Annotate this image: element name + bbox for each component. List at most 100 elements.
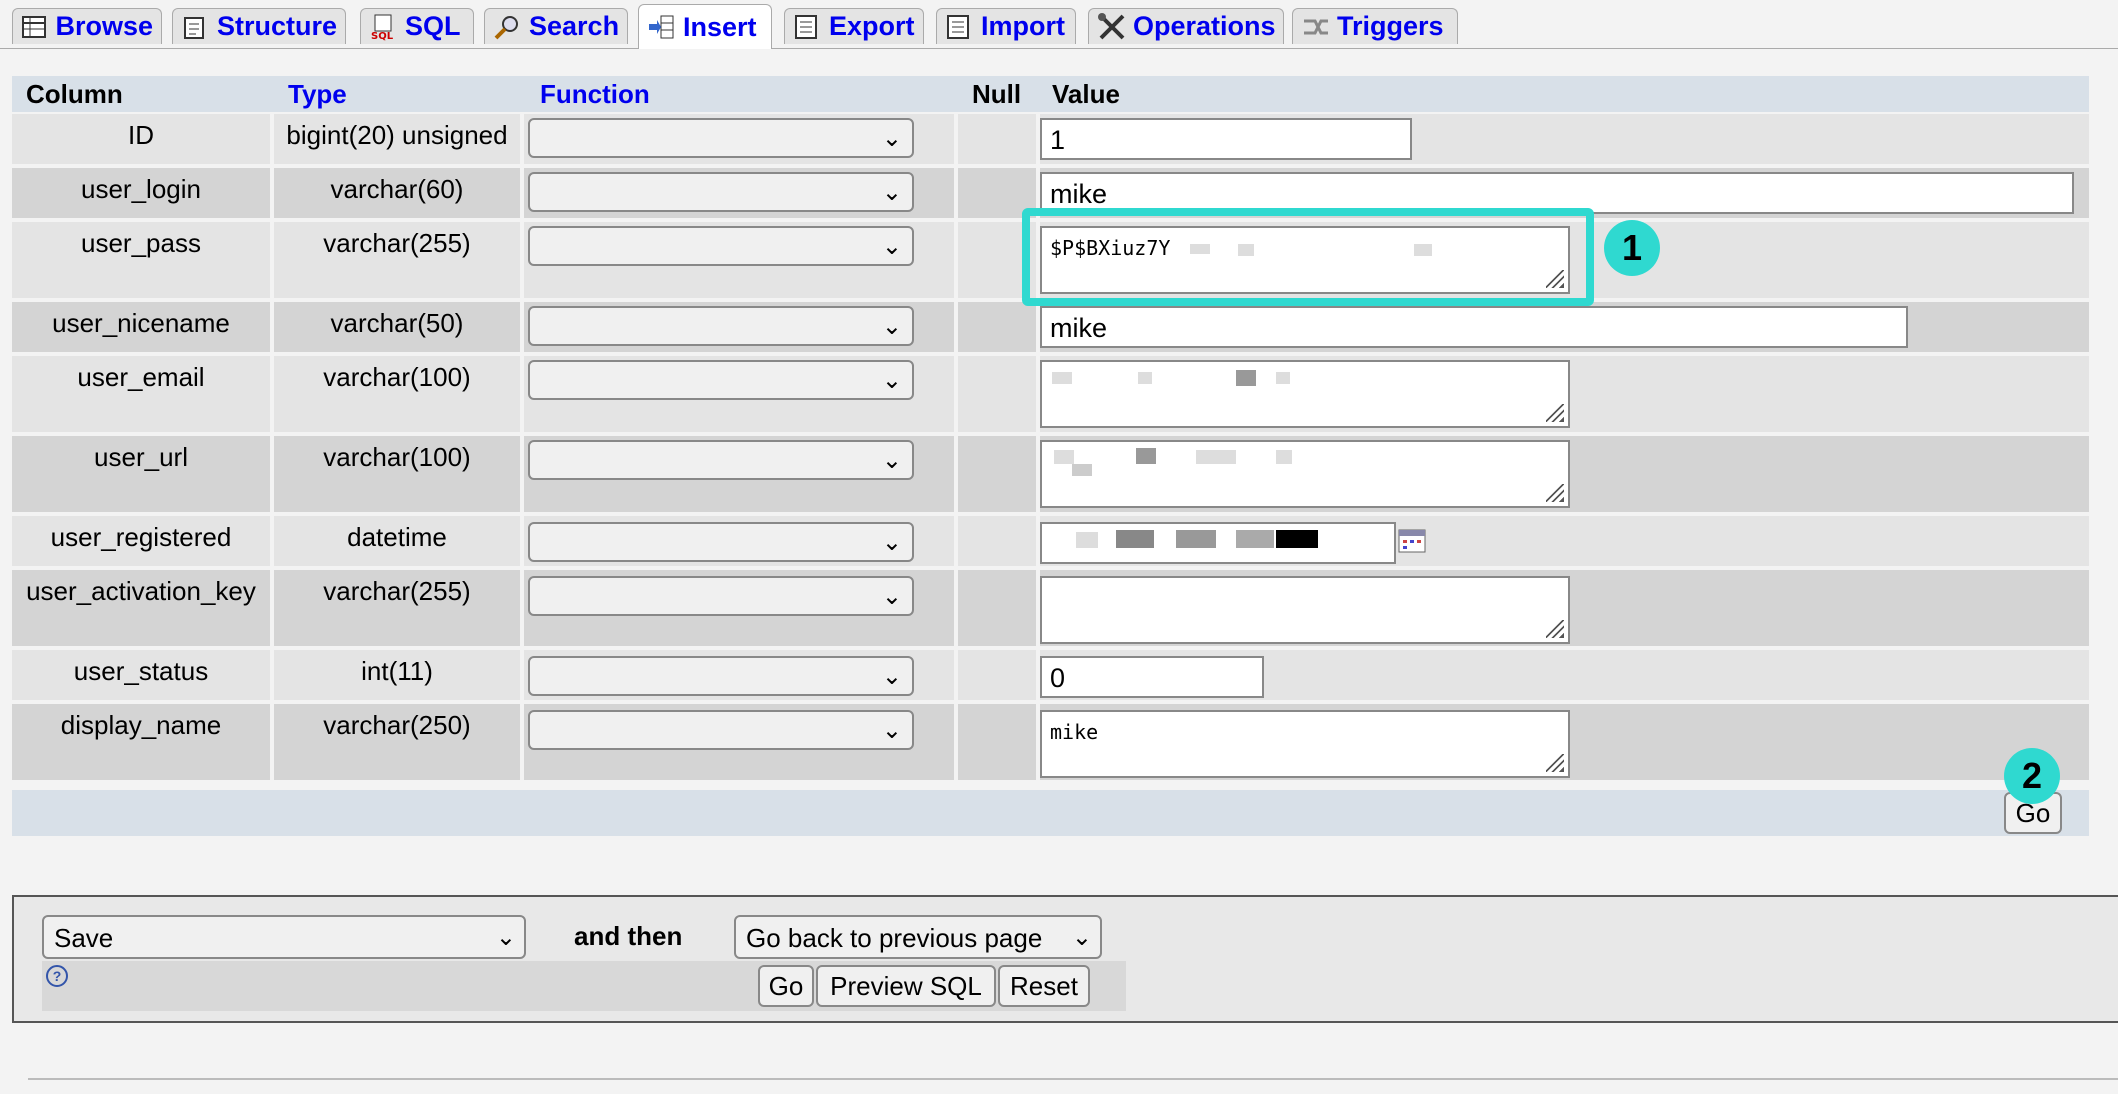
function-select-user-email[interactable]: ⌄ [528,360,914,400]
column-type: varchar(250) [274,704,520,780]
value-textarea-user-url[interactable] [1040,440,1570,508]
column-type: int(11) [274,650,520,700]
header-column: Column [26,79,123,109]
function-select-user-registered[interactable]: ⌄ [528,522,914,562]
chevron-down-icon: ⌄ [881,125,902,152]
search-icon [493,13,521,41]
value-textarea-user-email[interactable] [1040,360,1570,428]
chevron-down-icon: ⌄ [881,179,902,206]
tab-label: Insert [683,11,757,42]
redacted-block [1236,370,1256,386]
action-select[interactable]: Save ⌄ [42,915,526,959]
column-name: user_nicename [12,302,270,352]
tab-browse[interactable]: Browse [12,8,162,44]
svg-text:SQL: SQL [371,31,394,41]
annotation-badge-2: 2 [2004,748,2060,804]
tab-insert[interactable]: Insert [638,4,772,49]
value-textarea-display-name[interactable]: mike [1040,710,1570,778]
tab-label: Export [829,11,915,41]
tab-import[interactable]: Import [936,8,1076,44]
value-input-user-registered[interactable] [1040,522,1396,564]
browse-icon [21,13,47,41]
tab-label: Triggers [1337,11,1444,41]
operations-icon [1097,12,1125,41]
function-select-user-status[interactable]: ⌄ [528,656,914,696]
redacted-block [1054,450,1074,464]
column-name: user_activation_key [12,570,270,646]
header-null: Null [972,79,1022,109]
column-type: datetime [274,516,520,566]
redacted-block [1196,450,1236,464]
redacted-block [1076,532,1098,548]
redacted-block [1072,464,1092,476]
redacted-block [1136,448,1156,464]
column-name: user_pass [12,222,270,298]
column-name: ID [12,114,270,164]
redacted-block [1236,530,1274,548]
annotation-badge-1: 1 [1604,220,1660,276]
resize-handle[interactable] [1546,620,1564,638]
column-name: user_login [12,168,270,218]
function-select-user-url[interactable]: ⌄ [528,440,914,480]
chevron-down-icon: ⌄ [881,583,902,610]
tab-structure[interactable]: Structure [172,8,346,44]
help-icon[interactable]: ? [46,965,68,987]
column-type: varchar(100) [274,356,520,432]
resize-handle[interactable] [1546,484,1564,502]
header-function[interactable]: Function [540,76,940,112]
tab-label: Operations [1133,11,1276,41]
insert-icon [647,13,675,41]
resize-handle[interactable] [1546,754,1564,772]
function-select-user-login[interactable]: ⌄ [528,172,914,212]
import-icon [945,13,973,41]
go-button[interactable]: Go [758,965,814,1007]
function-select-user-pass[interactable]: ⌄ [528,226,914,266]
column-type: varchar(60) [274,168,520,218]
header-type[interactable]: Type [274,76,520,112]
reset-button[interactable]: Reset [998,965,1090,1007]
tab-triggers[interactable]: Triggers [1292,8,1458,44]
tab-label: SQL [405,11,461,41]
redacted-block [1276,372,1290,384]
redacted-block [1276,530,1318,548]
column-type: varchar(255) [274,570,520,646]
redacted-block [1276,450,1292,464]
tab-export[interactable]: Export [784,8,924,44]
preview-sql-button[interactable]: Preview SQL [816,965,996,1007]
value-input-id[interactable]: 1 [1040,118,1412,160]
header-value: Value [1052,79,1120,109]
after-insert-select[interactable]: Go back to previous page ⌄ [734,915,1102,959]
chevron-down-icon: ⌄ [881,663,902,690]
function-select-display-name[interactable]: ⌄ [528,710,914,750]
divider [28,1078,2118,1080]
resize-handle[interactable] [1546,404,1564,422]
tab-label: Search [529,11,620,41]
function-select-user-activation-key[interactable]: ⌄ [528,576,914,616]
column-name: display_name [12,704,270,780]
tab-bar: Browse Structure SQL SQL Search Insert E… [0,0,2118,49]
triggers-icon [1301,13,1329,41]
redacted-block [1052,372,1072,384]
chevron-down-icon: ⌄ [881,233,902,260]
table-footer [12,790,2089,836]
export-icon [793,13,821,41]
value-input-user-status[interactable]: 0 [1040,656,1264,698]
annotation-highlight-box [1022,208,1594,306]
column-type: varchar(100) [274,436,520,512]
function-select-id[interactable]: ⌄ [528,118,914,158]
value-textarea-user-activation-key[interactable] [1040,576,1570,644]
value-input-user-nicename[interactable]: mike [1040,306,1908,348]
tab-label: Import [981,11,1065,41]
sql-icon: SQL [369,13,397,41]
function-select-user-nicename[interactable]: ⌄ [528,306,914,346]
column-name: user_status [12,650,270,700]
column-type: varchar(50) [274,302,520,352]
tab-search[interactable]: Search [484,8,628,44]
tab-operations[interactable]: Operations [1088,8,1284,44]
column-name: user_registered [12,516,270,566]
tab-sql[interactable]: SQL SQL [360,8,474,44]
calendar-icon[interactable] [1398,528,1426,554]
submit-form-panel: Save ⌄ and then Go back to previous page… [12,895,2118,1023]
redacted-block [1138,372,1152,384]
redacted-block [1116,530,1154,548]
